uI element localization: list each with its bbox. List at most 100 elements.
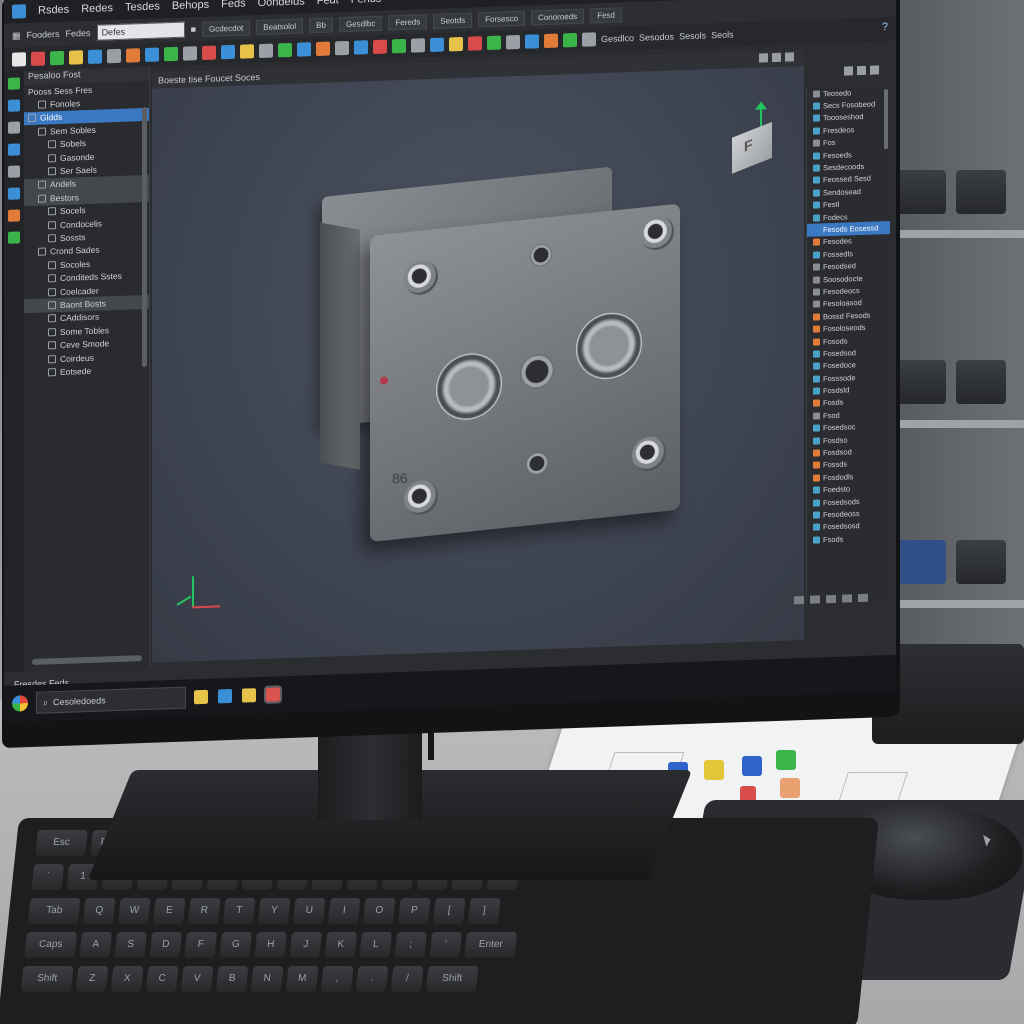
tool-icon[interactable] bbox=[164, 46, 178, 62]
tree-scrollbar[interactable] bbox=[142, 106, 147, 368]
keyboard-key[interactable]: . bbox=[355, 966, 389, 992]
close-icon[interactable] bbox=[785, 52, 794, 62]
tool-icon[interactable] bbox=[354, 40, 368, 55]
status-icon[interactable] bbox=[826, 594, 836, 604]
files-icon[interactable] bbox=[242, 688, 256, 703]
screw-head[interactable] bbox=[640, 214, 674, 252]
close-icon[interactable] bbox=[870, 65, 879, 75]
tool-icon[interactable] bbox=[316, 41, 330, 57]
tool-icon[interactable] bbox=[202, 45, 216, 61]
keyboard-key[interactable]: I bbox=[327, 898, 361, 924]
status-icon[interactable] bbox=[794, 595, 804, 605]
tool-icon[interactable] bbox=[392, 38, 406, 54]
keyboard-key[interactable]: G bbox=[219, 932, 253, 958]
ribbon-tab[interactable]: Bb bbox=[309, 16, 333, 33]
tool-icon[interactable] bbox=[487, 35, 501, 51]
folder-icon[interactable] bbox=[194, 689, 208, 705]
ribbon-tab[interactable]: Gcdecdot bbox=[202, 19, 251, 37]
options-icon[interactable] bbox=[857, 65, 866, 76]
toolbar-label[interactable]: Fedes bbox=[66, 28, 91, 39]
keyboard-key[interactable]: Shift bbox=[425, 966, 479, 992]
keyboard-key[interactable]: V bbox=[180, 966, 214, 992]
ribbon-group-label[interactable]: Sesols bbox=[679, 30, 706, 41]
start-menu-icon[interactable] bbox=[12, 695, 28, 712]
keyboard-key[interactable]: , bbox=[320, 966, 354, 992]
tool-icon[interactable] bbox=[240, 44, 254, 59]
store-icon[interactable] bbox=[218, 688, 232, 704]
toolbar-label[interactable]: Fooders bbox=[27, 29, 60, 40]
taskbar-search-input[interactable]: ⌕ Cesoledoeds bbox=[36, 686, 186, 714]
viewcube[interactable]: F bbox=[732, 121, 772, 174]
keyboard-key[interactable]: ] bbox=[467, 898, 501, 924]
tool-icon[interactable] bbox=[525, 34, 539, 49]
keyboard-key[interactable]: H bbox=[254, 932, 288, 958]
keyboard-key[interactable]: B bbox=[215, 966, 249, 992]
guide-hole[interactable] bbox=[530, 242, 552, 268]
tool-icon[interactable] bbox=[430, 37, 444, 53]
tool-icon[interactable] bbox=[297, 42, 311, 57]
menu-item[interactable]: Fends bbox=[351, 0, 382, 6]
screw-head[interactable] bbox=[632, 434, 666, 473]
properties-scrollbar[interactable] bbox=[884, 89, 888, 150]
keyboard-key[interactable]: [ bbox=[432, 898, 466, 924]
menu-item[interactable]: Feds bbox=[221, 0, 245, 10]
tool-icon[interactable] bbox=[145, 47, 159, 63]
inspect-icon[interactable] bbox=[8, 165, 20, 178]
tool-icon[interactable] bbox=[468, 36, 482, 51]
mold-side-face[interactable] bbox=[320, 222, 360, 470]
measure-icon[interactable] bbox=[8, 121, 20, 134]
ribbon-tab[interactable]: Conoroeds bbox=[531, 8, 585, 26]
tool-icon[interactable] bbox=[69, 50, 83, 65]
tool-icon[interactable] bbox=[449, 36, 463, 52]
keyboard-key[interactable]: / bbox=[390, 966, 424, 992]
menu-item[interactable]: Oondelds bbox=[258, 0, 305, 9]
keyboard-key[interactable]: O bbox=[362, 898, 396, 924]
keyboard-key[interactable]: X bbox=[110, 966, 144, 992]
keyboard-key[interactable]: ' bbox=[429, 932, 463, 958]
status-icon[interactable] bbox=[810, 595, 820, 604]
material-icon[interactable] bbox=[8, 209, 20, 222]
tool-icon[interactable] bbox=[563, 32, 577, 48]
mold-front-plate[interactable] bbox=[370, 203, 680, 542]
keyboard-key[interactable]: Esc bbox=[35, 830, 88, 856]
3d-viewport[interactable]: Boeste tise Foucet Soces F 86 bbox=[152, 49, 804, 663]
keyboard-key[interactable]: W bbox=[117, 898, 151, 924]
ribbon-tab[interactable]: Beatsolol bbox=[256, 17, 304, 35]
status-icon[interactable] bbox=[858, 593, 868, 603]
keyboard-key[interactable]: Caps bbox=[24, 932, 78, 958]
screw-head[interactable] bbox=[404, 478, 438, 517]
tool-icon[interactable] bbox=[107, 48, 121, 64]
tool-icon[interactable] bbox=[31, 51, 45, 66]
sprue-hole[interactable] bbox=[520, 352, 554, 391]
keyboard-key[interactable]: Y bbox=[257, 898, 291, 924]
keyboard-key[interactable]: Shift bbox=[20, 966, 74, 992]
tool-icon[interactable] bbox=[506, 34, 520, 50]
tool-icon[interactable] bbox=[88, 49, 102, 64]
menu-item[interactable]: Tesdes bbox=[125, 0, 160, 13]
menu-item[interactable]: Redes bbox=[81, 2, 113, 15]
menu-item[interactable]: Behops bbox=[172, 0, 209, 12]
tool-icon[interactable] bbox=[221, 44, 235, 60]
ribbon-tab[interactable]: Fesd bbox=[590, 6, 622, 23]
tool-icon[interactable] bbox=[183, 46, 197, 61]
ribbon-tab[interactable]: Forsesco bbox=[478, 10, 526, 27]
tool-icon[interactable] bbox=[278, 42, 292, 58]
pin-icon[interactable] bbox=[844, 66, 853, 76]
tool-icon[interactable] bbox=[411, 38, 425, 53]
ribbon-tab[interactable]: Seotds bbox=[433, 12, 473, 29]
ribbon-tab[interactable]: Fereds bbox=[388, 13, 428, 31]
keyboard-key[interactable]: P bbox=[397, 898, 431, 924]
keyboard-key[interactable]: F bbox=[184, 932, 218, 958]
tool-icon[interactable] bbox=[126, 48, 140, 63]
keyboard-key[interactable]: Tab bbox=[27, 898, 81, 924]
pencil-icon[interactable] bbox=[8, 187, 20, 200]
keyboard-key[interactable]: Q bbox=[82, 898, 116, 924]
tool-icon[interactable] bbox=[50, 50, 64, 66]
browser-icon[interactable] bbox=[264, 685, 282, 704]
search-input[interactable]: Defes bbox=[96, 21, 185, 41]
keyboard-key[interactable]: A bbox=[79, 932, 113, 958]
tool-icon[interactable] bbox=[544, 33, 558, 49]
keyboard-key[interactable]: J bbox=[289, 932, 323, 958]
help-icon[interactable]: ? bbox=[882, 21, 888, 33]
keyboard-key[interactable]: Z bbox=[75, 966, 109, 992]
